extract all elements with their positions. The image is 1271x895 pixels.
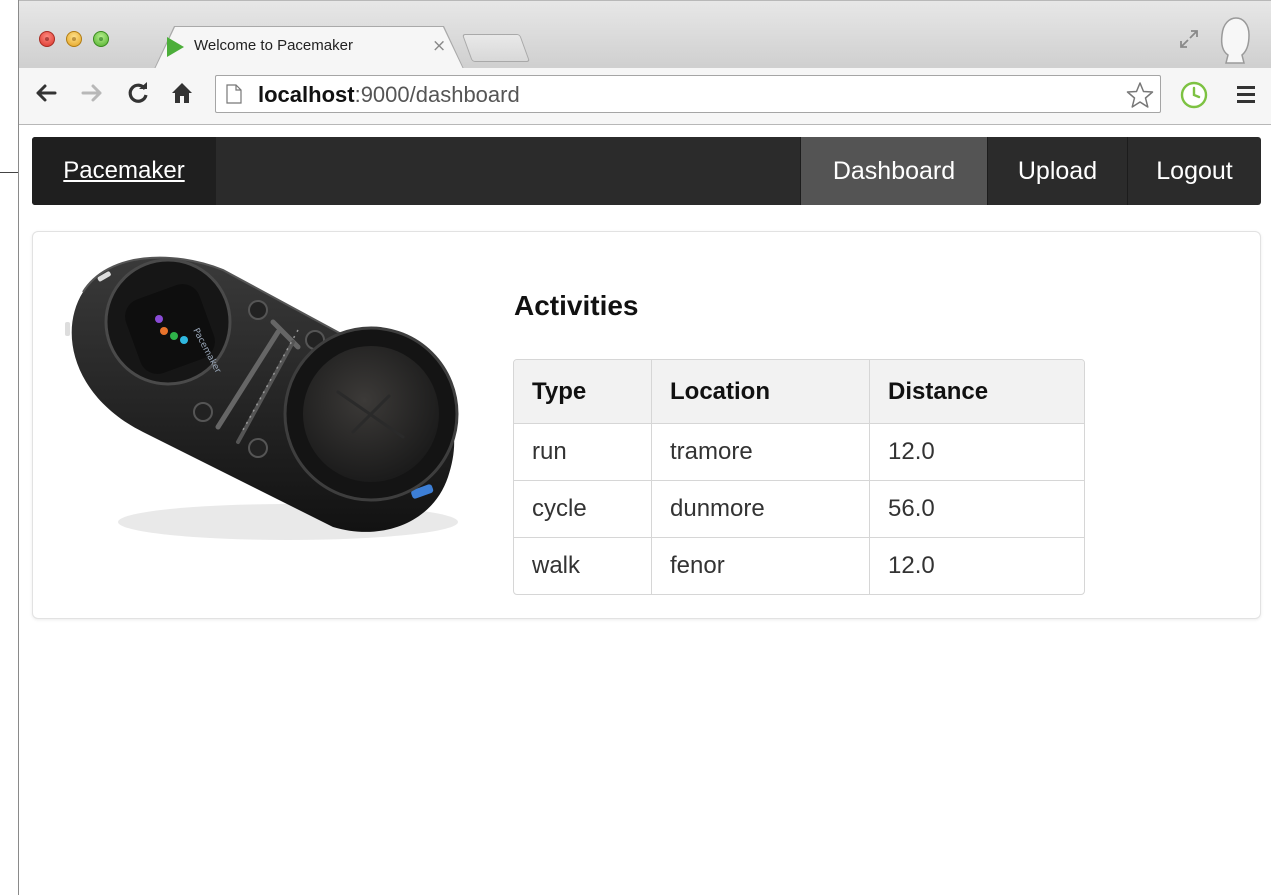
table-header-row: Type Location Distance	[514, 360, 1084, 424]
cell-distance: 12.0	[870, 424, 1084, 481]
star-icon[interactable]	[1126, 81, 1154, 109]
nav-upload[interactable]: Upload	[987, 137, 1127, 205]
menu-icon[interactable]	[1234, 83, 1258, 105]
pacemaker-device-image: Pacemaker	[65, 256, 459, 540]
dashboard-card: Pacemaker Activities Type Location Dista…	[32, 231, 1261, 619]
tab-close-icon[interactable]: ×	[432, 36, 446, 56]
column-header-location: Location	[652, 360, 870, 424]
desktop-background	[0, 0, 18, 895]
cell-type: run	[514, 424, 652, 481]
profile-icon[interactable]	[1216, 15, 1254, 65]
cell-location: fenor	[652, 538, 870, 594]
forward-arrow-icon[interactable]	[79, 80, 105, 106]
tab-strip: Welcome to Pacemaker ×	[19, 0, 1271, 69]
activities-title: Activities	[514, 290, 639, 321]
window-close-button[interactable]	[39, 31, 55, 47]
green-play-icon	[167, 37, 184, 57]
url-host: localhost	[258, 82, 355, 107]
window-maximize-button[interactable]	[93, 31, 109, 47]
cell-type: cycle	[514, 481, 652, 538]
address-bar[interactable]: localhost:9000/dashboard	[215, 75, 1161, 113]
reload-icon[interactable]	[125, 80, 151, 106]
cell-distance: 56.0	[870, 481, 1084, 538]
browser-window: Welcome to Pacemaker × localhost:9000/da…	[18, 0, 1271, 895]
app-navbar: Pacemaker Dashboard Upload Logout	[32, 137, 1261, 205]
url-path: :9000/dashboard	[354, 82, 520, 107]
table-row: run tramore 12.0	[514, 424, 1084, 481]
new-tab-button[interactable]	[461, 34, 531, 62]
cell-type: walk	[514, 538, 652, 594]
column-header-type: Type	[514, 360, 652, 424]
url-text: localhost:9000/dashboard	[258, 82, 520, 108]
table-row: cycle dunmore 56.0	[514, 481, 1084, 538]
nav-dashboard[interactable]: Dashboard	[800, 137, 987, 205]
nav-logout[interactable]: Logout	[1127, 137, 1261, 205]
page-icon	[226, 84, 242, 104]
tab-title: Welcome to Pacemaker	[194, 37, 353, 54]
history-clock-icon[interactable]	[1179, 80, 1209, 110]
cell-location: tramore	[652, 424, 870, 481]
brand-link[interactable]: Pacemaker	[32, 137, 216, 205]
cell-distance: 12.0	[888, 552, 935, 579]
table-row: walk fenor 12.0	[514, 538, 1084, 594]
window-minimize-button[interactable]	[66, 31, 82, 47]
home-icon[interactable]	[169, 80, 195, 106]
column-header-distance: Distance	[870, 360, 1084, 424]
fullscreen-icon[interactable]	[1177, 27, 1201, 51]
activities-table: Type Location Distance run tramore 12.0 …	[513, 359, 1085, 595]
browser-toolbar: localhost:9000/dashboard	[19, 68, 1271, 125]
back-arrow-icon[interactable]	[33, 80, 59, 106]
cell-location: dunmore	[652, 481, 870, 538]
